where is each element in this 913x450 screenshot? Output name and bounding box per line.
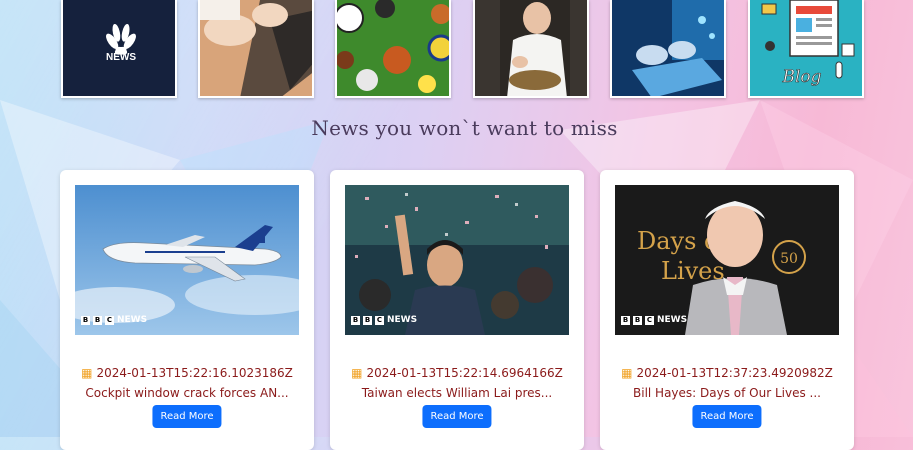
section-title: News you won`t want to miss [311,116,618,140]
bbc-news-watermark: BBC NEWS [351,315,418,325]
news-card-headline[interactable]: Bill Hayes: Days of Our Lives ... [600,386,854,400]
date-text: 2024-01-13T12:37:23.4920982Z [636,366,833,380]
watermark-label: NEWS [387,315,418,325]
laptop-typing-icon [200,0,312,96]
calendar-icon: ▦ [621,366,633,380]
news-card-headline[interactable]: Cockpit window crack forces AN... [60,386,314,400]
news-card: BBC NEWS ▦ 2024-01-13T15:22:16.1023186Z C… [60,170,314,450]
news-card-date: ▦ 2024-01-13T15:22:14.6964166Z [330,366,584,380]
date-text: 2024-01-13T15:22:14.6964166Z [366,366,563,380]
image-badge: 50 [780,251,798,267]
news-card-image[interactable]: Days of Lives 50 BBC NEWS [615,185,839,335]
category-row: NEWS Blog [0,0,913,100]
read-more-button[interactable]: Read More [152,405,222,428]
calendar-icon: ▦ [81,366,93,380]
news-card-headline[interactable]: Taiwan elects William Lai pres... [330,386,584,400]
date-text: 2024-01-13T15:22:16.1023186Z [96,366,293,380]
news-card: BBC NEWS ▦ 2024-01-13T15:22:14.6964166Z T… [330,170,584,450]
category-food[interactable] [473,0,589,98]
portrait-image: Days of Lives 50 [615,185,839,335]
chef-cooking-icon [475,0,587,96]
watermark-label: NEWS [657,315,688,325]
sports-balls-icon [337,0,449,96]
category-tech[interactable] [610,0,726,98]
blog-notepad-icon: Blog [750,0,862,96]
read-more-button[interactable]: Read More [692,405,762,428]
news-card-date: ▦ 2024-01-13T12:37:23.4920982Z [600,366,854,380]
news-card-image[interactable]: BBC NEWS [75,185,299,335]
news-card-image[interactable]: BBC NEWS [345,185,569,335]
category-blog[interactable]: Blog [748,0,864,98]
news-logo-icon: NEWS [106,23,136,63]
watermark-label: NEWS [117,315,148,325]
bbc-news-watermark: BBC NEWS [621,315,688,325]
category-sports[interactable] [335,0,451,98]
news-logo-label: NEWS [106,52,136,63]
news-card-date: ▦ 2024-01-13T15:22:16.1023186Z [60,366,314,380]
category-technology[interactable] [198,0,314,98]
calendar-icon: ▦ [351,366,363,380]
digital-laptop-icon [612,0,724,96]
read-more-button[interactable]: Read More [422,405,492,428]
category-news[interactable]: NEWS [61,0,177,98]
bbc-news-watermark: BBC NEWS [81,315,148,325]
news-card: Days of Lives 50 BBC NEWS ▦ 2024-01-13T12… [600,170,854,450]
blog-label: Blog [781,67,821,87]
election-crowd-image [345,185,569,335]
airplane-image [75,185,299,335]
